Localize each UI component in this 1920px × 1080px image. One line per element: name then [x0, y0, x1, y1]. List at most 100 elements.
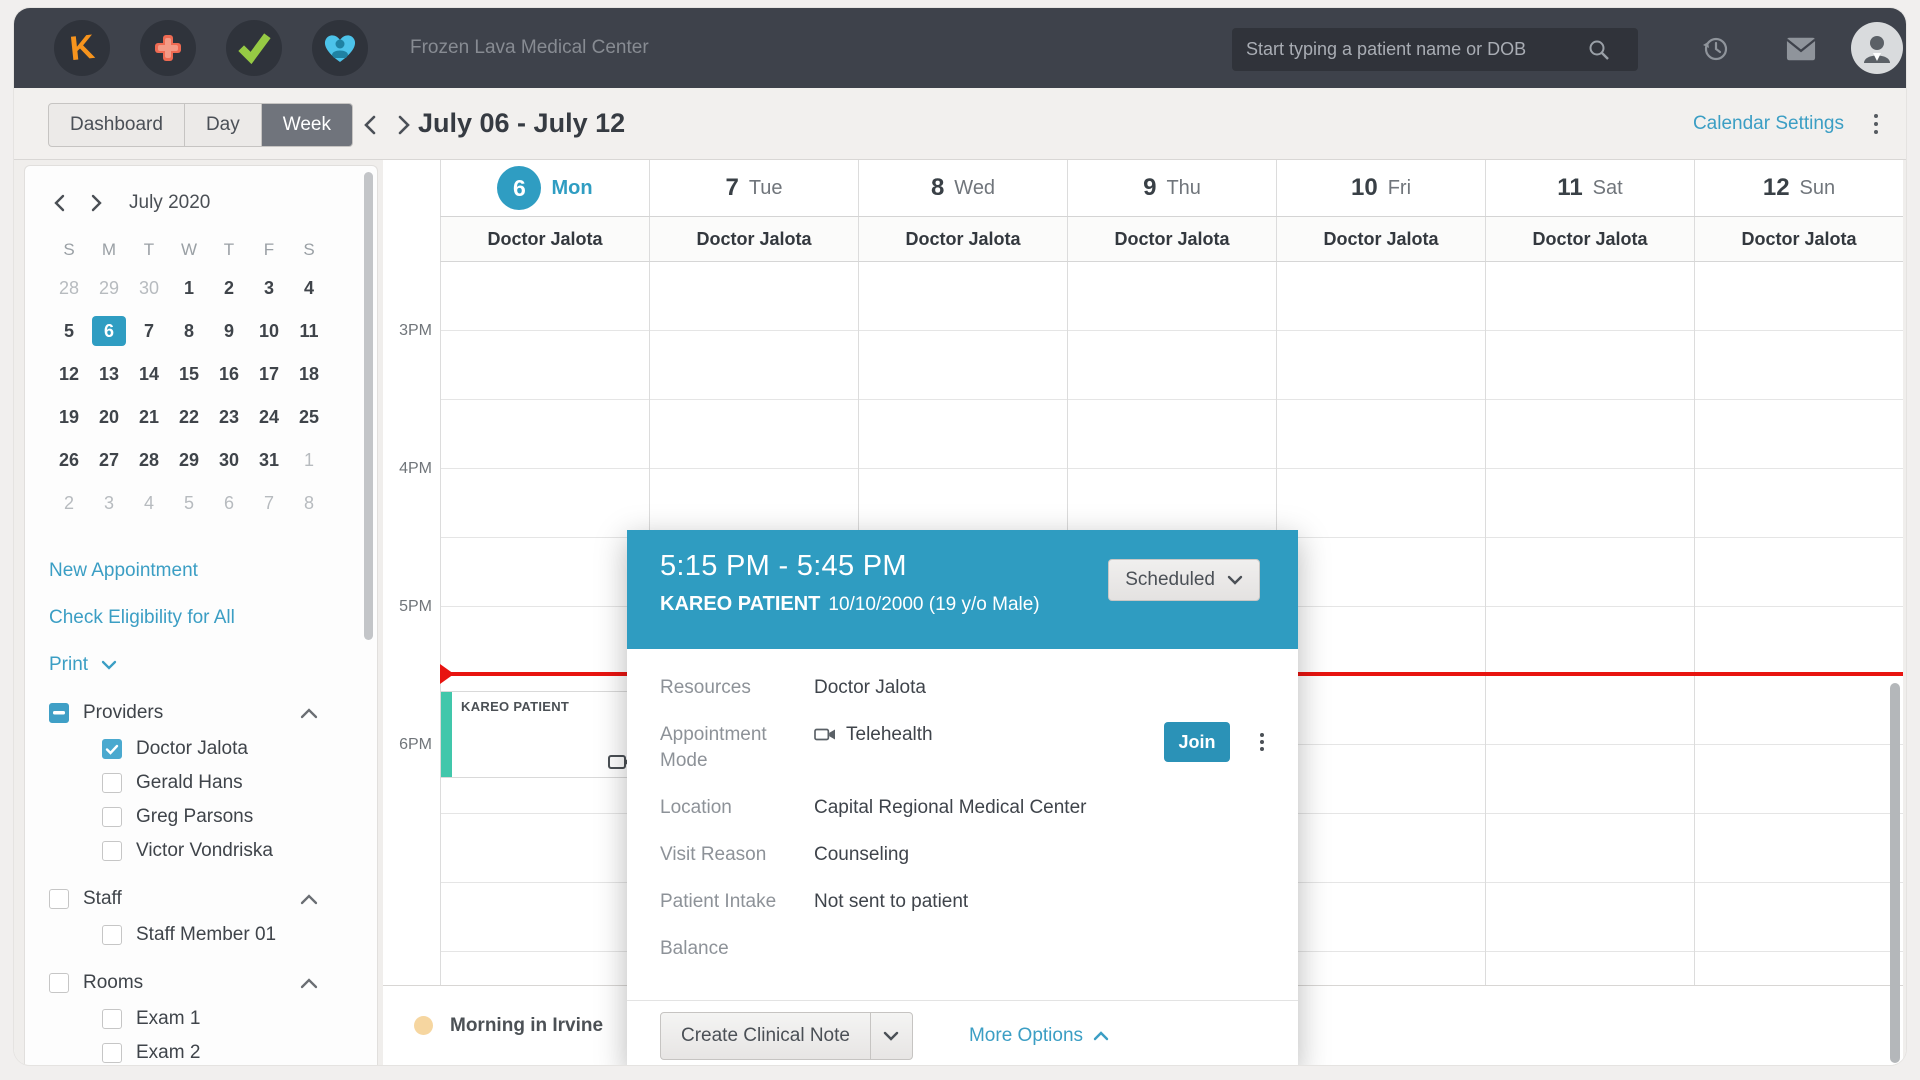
- group-header-rooms[interactable]: Rooms: [49, 972, 357, 994]
- mini-cal-day[interactable]: 26: [52, 445, 86, 475]
- collapse-chevron-icon[interactable]: [299, 892, 319, 906]
- day-header-thu[interactable]: 9Thu: [1067, 160, 1276, 216]
- checkbox[interactable]: [49, 703, 69, 723]
- mini-cal-day[interactable]: 23: [212, 402, 246, 432]
- mini-cal-day[interactable]: 27: [92, 445, 126, 475]
- user-avatar[interactable]: [1851, 22, 1903, 74]
- more-options-link[interactable]: More Options: [969, 1025, 1109, 1047]
- tree-item-exam-1[interactable]: Exam 1: [102, 1008, 357, 1030]
- row-kebab-menu[interactable]: [1256, 729, 1268, 755]
- history-icon[interactable]: [1701, 34, 1731, 64]
- mini-cal-day[interactable]: 4: [132, 488, 166, 518]
- mini-cal-day[interactable]: 16: [212, 359, 246, 389]
- calendar-scrollbar[interactable]: [1890, 683, 1900, 1063]
- status-dropdown[interactable]: Scheduled: [1108, 559, 1260, 601]
- checkbox[interactable]: [102, 925, 122, 945]
- group-header-providers[interactable]: Providers: [49, 702, 357, 724]
- mini-cal-day[interactable]: 5: [52, 316, 86, 346]
- checkbox[interactable]: [49, 889, 69, 909]
- mini-cal-day[interactable]: 25: [292, 402, 326, 432]
- day-column-mon[interactable]: [440, 262, 649, 985]
- kareo-logo-icon[interactable]: K: [54, 20, 110, 76]
- mini-cal-day[interactable]: 30: [132, 273, 166, 303]
- tree-item-exam-2[interactable]: Exam 2: [102, 1042, 357, 1064]
- collapse-chevron-icon[interactable]: [299, 976, 319, 990]
- day-column-sat[interactable]: [1485, 262, 1694, 985]
- mini-cal-day[interactable]: 28: [132, 445, 166, 475]
- mini-cal-day[interactable]: 19: [52, 402, 86, 432]
- mini-cal-day[interactable]: 14: [132, 359, 166, 389]
- mini-cal-day[interactable]: 6: [212, 488, 246, 518]
- sidebar-link-check-eligibility-for-all[interactable]: Check Eligibility for All: [49, 607, 357, 629]
- mini-cal-day[interactable]: 9: [212, 316, 246, 346]
- mini-cal-day[interactable]: 1: [172, 273, 206, 303]
- day-column-fri[interactable]: [1276, 262, 1485, 985]
- checkbox[interactable]: [102, 841, 122, 861]
- checkbox[interactable]: [49, 973, 69, 993]
- clinical-check-icon[interactable]: [226, 20, 282, 76]
- day-header-wed[interactable]: 8Wed: [858, 160, 1067, 216]
- mini-cal-day[interactable]: 15: [172, 359, 206, 389]
- mini-cal-day[interactable]: 21: [132, 402, 166, 432]
- collapse-chevron-icon[interactable]: [299, 706, 319, 720]
- sidebar-link-print[interactable]: Print: [49, 654, 357, 676]
- mini-cal-day[interactable]: 10: [252, 316, 286, 346]
- mini-cal-day[interactable]: 7: [252, 488, 286, 518]
- mini-cal-next-icon[interactable]: [85, 192, 107, 214]
- mini-cal-day[interactable]: 28: [52, 273, 86, 303]
- mini-cal-day[interactable]: 22: [172, 402, 206, 432]
- mini-cal-day[interactable]: 1: [292, 445, 326, 475]
- tab-dashboard[interactable]: Dashboard: [49, 104, 184, 146]
- billing-cross-icon[interactable]: [140, 20, 196, 76]
- mini-cal-day[interactable]: 7: [132, 316, 166, 346]
- day-header-sun[interactable]: 12Sun: [1694, 160, 1903, 216]
- tree-item-doctor-jalota[interactable]: Doctor Jalota: [102, 738, 357, 760]
- mini-cal-day[interactable]: 12: [52, 359, 86, 389]
- toolbar-kebab-menu[interactable]: [1872, 112, 1880, 136]
- tree-item-victor-vondriska[interactable]: Victor Vondriska: [102, 840, 357, 862]
- calendar-settings-link[interactable]: Calendar Settings: [1693, 113, 1844, 135]
- join-telehealth-button[interactable]: Join: [1164, 722, 1230, 762]
- mini-cal-day[interactable]: 30: [212, 445, 246, 475]
- mini-cal-day[interactable]: 3: [252, 273, 286, 303]
- day-header-sat[interactable]: 11Sat: [1485, 160, 1694, 216]
- mini-cal-day[interactable]: 17: [252, 359, 286, 389]
- mini-cal-day[interactable]: 11: [292, 316, 326, 346]
- tab-week[interactable]: Week: [261, 104, 352, 146]
- mini-cal-day[interactable]: 29: [92, 273, 126, 303]
- messages-icon[interactable]: [1786, 34, 1816, 64]
- day-header-mon[interactable]: 6Mon: [440, 160, 649, 216]
- mini-cal-day[interactable]: 5: [172, 488, 206, 518]
- mini-cal-prev-icon[interactable]: [49, 192, 71, 214]
- create-clinical-note-dropdown[interactable]: [870, 1013, 912, 1059]
- sidebar-scrollbar[interactable]: [364, 172, 373, 640]
- patient-heart-icon[interactable]: [312, 20, 368, 76]
- checkbox[interactable]: [102, 1043, 122, 1063]
- day-header-tue[interactable]: 7Tue: [649, 160, 858, 216]
- tab-day[interactable]: Day: [184, 104, 261, 146]
- mini-cal-day[interactable]: 8: [172, 316, 206, 346]
- day-header-fri[interactable]: 10Fri: [1276, 160, 1485, 216]
- mini-cal-day[interactable]: 24: [252, 402, 286, 432]
- sidebar-link-new-appointment[interactable]: New Appointment: [49, 560, 357, 582]
- mini-cal-day[interactable]: 20: [92, 402, 126, 432]
- day-column-sun[interactable]: [1694, 262, 1903, 985]
- mini-cal-day[interactable]: 13: [92, 359, 126, 389]
- tree-item-staff-member-01[interactable]: Staff Member 01: [102, 924, 357, 946]
- mini-cal-day-selected[interactable]: 6: [92, 316, 126, 346]
- checkbox[interactable]: [102, 1009, 122, 1029]
- mini-cal-day[interactable]: 8: [292, 488, 326, 518]
- mini-cal-day[interactable]: 2: [212, 273, 246, 303]
- mini-cal-day[interactable]: 18: [292, 359, 326, 389]
- create-clinical-note-main[interactable]: Create Clinical Note: [661, 1013, 870, 1059]
- checkbox[interactable]: [102, 773, 122, 793]
- tree-item-greg-parsons[interactable]: Greg Parsons: [102, 806, 357, 828]
- mini-cal-day[interactable]: 31: [252, 445, 286, 475]
- group-header-staff[interactable]: Staff: [49, 888, 357, 910]
- patient-search[interactable]: [1232, 28, 1638, 71]
- search-icon[interactable]: [1587, 38, 1611, 62]
- mini-cal-day[interactable]: 29: [172, 445, 206, 475]
- next-week-button[interactable]: [390, 112, 416, 138]
- checkbox[interactable]: [102, 807, 122, 827]
- checkbox[interactable]: [102, 739, 122, 759]
